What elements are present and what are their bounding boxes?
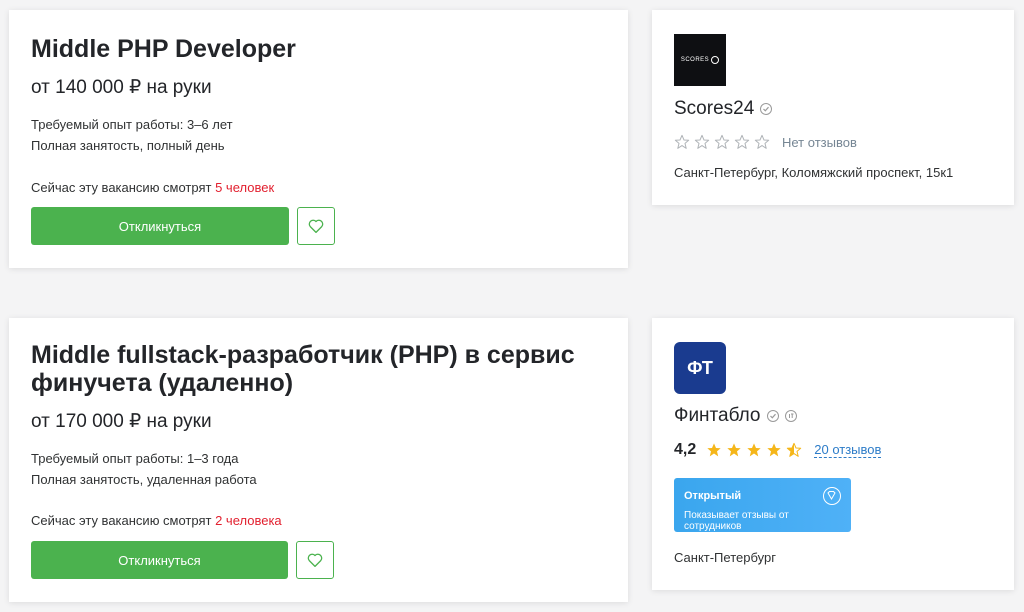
vacancy-card: Middle PHP Developer от 140 000 ₽ на рук… (9, 10, 628, 268)
company-logo-text: SCORES (680, 57, 710, 63)
company-rating: Нет отзывов (674, 134, 857, 150)
favorite-button[interactable] (297, 207, 335, 245)
star-filled-icon (707, 443, 721, 457)
company-logo[interactable]: SCORES (674, 34, 726, 86)
verified-icon (760, 103, 773, 115)
vacancy-viewers: Сейчас эту вакансию смотрят 5 человек (31, 180, 274, 195)
company-address: Санкт-Петербург, Коломяжский проспект, 1… (674, 165, 954, 180)
verified-icon (766, 410, 779, 422)
company-name-row: Scores24 (674, 98, 773, 120)
vacancy-salary: от 170 000 ₽ на руки (31, 411, 212, 432)
reviews-link[interactable]: 20 отзывов (814, 442, 882, 458)
rating-value: 4,2 (674, 441, 697, 458)
star-empty-icon (714, 134, 730, 149)
vacancy-salary: от 140 000 ₽ на руки (31, 77, 212, 98)
company-rating: 4,2 20 отзывов (674, 441, 882, 459)
company-name-row: Финтабло (674, 405, 797, 427)
heart-icon (308, 219, 324, 233)
company-card: ФТ Финтабло 4,2 20 отзывов Открытый Пока… (652, 318, 1014, 590)
company-name[interactable]: Scores24 (674, 98, 754, 120)
vacancy-employment: Полная занятость, удаленная работа (31, 472, 257, 487)
company-address: Санкт-Петербург (674, 550, 776, 565)
company-logo[interactable]: ФТ (674, 342, 726, 394)
vacancy-viewers: Сейчас эту вакансию смотрят 2 человека (31, 513, 282, 528)
logo-mark-icon (711, 56, 720, 64)
vacancy-experience: Требуемый опыт работы: 3–6 лет (31, 117, 233, 132)
star-empty-icon (754, 134, 770, 149)
vacancy-title[interactable]: Middle PHP Developer (31, 34, 296, 64)
open-employer-badge[interactable]: Открытый Показывает отзывы от сотруднико… (674, 478, 851, 532)
star-filled-icon (727, 443, 741, 457)
vacancy-title[interactable]: Middle fullstack-разработчик (PHP) в сер… (31, 340, 575, 370)
it-accredited-icon (784, 410, 797, 422)
vacancy-title-line2[interactable]: финучета (удаленно) (31, 368, 293, 398)
no-reviews-text: Нет отзывов (782, 134, 857, 150)
heart-icon (307, 553, 323, 567)
company-card: SCORES Scores24 Нет отзывов Санкт-Петерб… (652, 10, 1014, 205)
viewers-count: 2 человека (215, 513, 282, 528)
star-filled-icon (747, 443, 761, 457)
favorite-button[interactable] (296, 541, 334, 579)
company-logo-text: ФТ (687, 357, 713, 378)
star-filled-icon (767, 443, 781, 457)
star-empty-icon (674, 134, 690, 149)
vacancy-employment: Полная занятость, полный день (31, 138, 225, 153)
company-name[interactable]: Финтабло (674, 405, 761, 427)
star-half-icon (787, 442, 802, 457)
star-empty-icon (734, 134, 750, 149)
open-badge-subtitle: Показывает отзывы от сотрудников (684, 510, 789, 532)
vacancy-card: Middle fullstack-разработчик (PHP) в сер… (9, 318, 628, 602)
viewers-prefix: Сейчас эту вакансию смотрят (31, 513, 216, 528)
diamond-icon (823, 487, 841, 505)
viewers-count: 5 человек (215, 180, 275, 195)
apply-button[interactable]: Откликнуться (31, 207, 289, 245)
star-empty-icon (694, 134, 710, 149)
open-badge-title: Открытый (684, 490, 742, 502)
apply-button[interactable]: Откликнуться (31, 541, 288, 579)
viewers-prefix: Сейчас эту вакансию смотрят (31, 180, 216, 195)
vacancy-experience: Требуемый опыт работы: 1–3 года (31, 451, 239, 466)
